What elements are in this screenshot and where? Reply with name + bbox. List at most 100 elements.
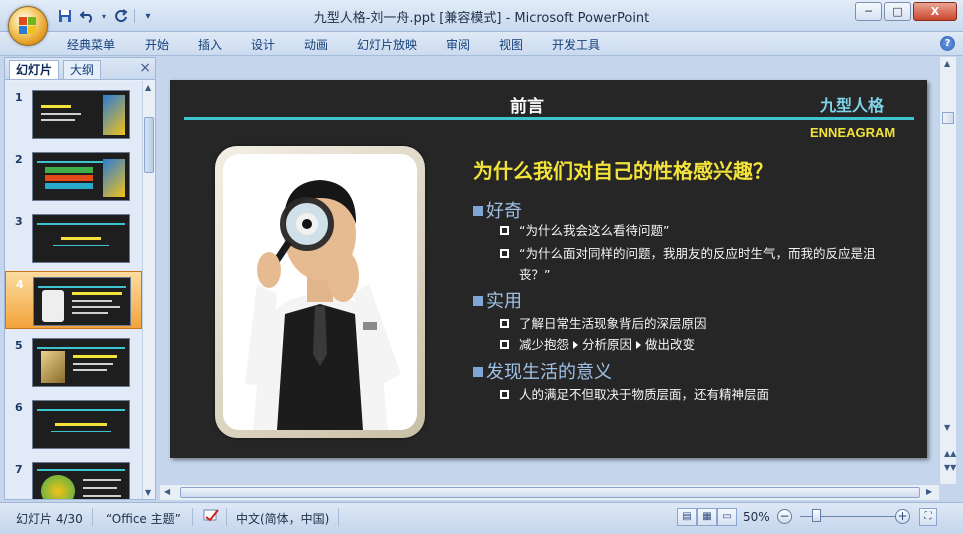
thumbnail-number: 5 xyxy=(15,339,23,352)
office-logo-icon xyxy=(19,17,37,35)
scroll-down-icon[interactable]: ▼ xyxy=(145,488,151,497)
thumbnail-preview xyxy=(33,277,131,326)
tab-developer[interactable]: 开发工具 xyxy=(552,36,600,53)
bullet-item: 了解日常生活现象背后的深层原因 xyxy=(500,313,900,334)
status-separator xyxy=(226,508,227,526)
scrollbar-thumb[interactable] xyxy=(180,487,920,498)
status-bar: 幻灯片 4/30 “Office 主题” 中文(简体，中国) ▤ ▦ ▭ 50%… xyxy=(0,502,963,534)
slide-sorter-button[interactable]: ▦ xyxy=(697,508,717,526)
title-divider xyxy=(184,117,914,120)
theme-name[interactable]: “Office 主题” xyxy=(106,510,181,527)
thumbnail-number: 6 xyxy=(15,401,23,414)
thumbnail-number: 7 xyxy=(15,463,23,476)
slide-thumbnail-7[interactable]: 7 xyxy=(5,457,142,499)
slide-editor: 前言 九型人格 ENNEAGRAM 为什么我们对自己的性格感兴趣？ 好奇 “为什… xyxy=(160,57,939,484)
bullet-item: 人的满足不但取决于物质层面，还有精神层面 xyxy=(500,384,900,405)
panel-tabs: 幻灯片 大纲 × xyxy=(5,58,155,80)
scroll-up-icon[interactable]: ▲ xyxy=(944,59,950,68)
tab-home[interactable]: 开始 xyxy=(145,36,169,53)
slide-vertical-scrollbar[interactable]: ▲ ▼ ▲▲ ▼▼ xyxy=(939,57,956,484)
slide-question: 为什么我们对自己的性格感兴趣？ xyxy=(473,159,773,183)
tab-classic-menu[interactable]: 经典菜单 xyxy=(67,36,115,53)
window-controls: ─ □ X xyxy=(855,2,957,21)
thumbnail-list: 1 2 3 4 5 6 7 xyxy=(5,81,142,499)
maximize-button[interactable]: □ xyxy=(884,2,911,21)
bullet-square-icon xyxy=(473,367,483,377)
minimize-button[interactable]: ─ xyxy=(855,2,882,21)
thumbnail-preview xyxy=(32,90,130,139)
close-button[interactable]: X xyxy=(913,2,957,21)
previous-slide-icon[interactable]: ▲▲ xyxy=(944,449,956,458)
bullet-item: 减少抱怨 分析原因 做出改变 xyxy=(500,334,900,355)
zoom-in-button[interactable]: + xyxy=(895,509,910,524)
scroll-left-icon[interactable]: ◀ xyxy=(164,487,170,496)
slide-thumbnail-5[interactable]: 5 xyxy=(5,333,142,391)
thumbnail-number: 4 xyxy=(16,278,24,291)
tab-slides[interactable]: 幻灯片 xyxy=(9,60,60,79)
scroll-up-icon[interactable]: ▲ xyxy=(145,83,151,92)
zoom-slider-handle[interactable] xyxy=(812,509,821,522)
section-heading: 发现生活的意义 xyxy=(473,358,612,384)
status-separator xyxy=(92,508,93,526)
zoom-out-button[interactable]: − xyxy=(777,509,792,524)
slide-position: 幻灯片 4/30 xyxy=(16,512,83,526)
office-button[interactable] xyxy=(8,6,48,46)
title-bar: ▾ ▾ 九型人格-刘一舟.ppt [兼容模式] - Microsoft Powe… xyxy=(0,0,963,46)
scrollbar-thumb[interactable] xyxy=(144,117,154,173)
bullet-item: “为什么面对同样的问题，我朋友的反应时生气，而我的反应是沮丧？” xyxy=(500,243,900,285)
slide-thumbnail-3[interactable]: 3 xyxy=(5,209,142,267)
language[interactable]: 中文(简体，中国) xyxy=(236,510,329,527)
tab-insert[interactable]: 插入 xyxy=(198,36,222,53)
scroll-down-icon[interactable]: ▼ xyxy=(944,423,950,432)
checkbox-bullet-icon xyxy=(500,249,509,258)
checkbox-bullet-icon xyxy=(500,319,509,328)
photo-frame xyxy=(215,146,425,438)
slide-brand: 九型人格 xyxy=(820,96,885,115)
arrow-right-icon xyxy=(636,341,642,349)
close-icon[interactable]: × xyxy=(139,60,151,76)
slides-panel: 幻灯片 大纲 × 1 2 3 4 5 6 7 ▲ ▼ xyxy=(4,57,156,500)
tab-view[interactable]: 视图 xyxy=(499,36,523,53)
slide-horizontal-scrollbar[interactable]: ◀ ▶ xyxy=(160,484,939,500)
slide-thumbnail-4[interactable]: 4 xyxy=(5,271,142,329)
current-slide[interactable]: 前言 九型人格 ENNEAGRAM 为什么我们对自己的性格感兴趣？ 好奇 “为什… xyxy=(170,80,927,458)
section-heading: 实用 xyxy=(473,287,522,313)
thumbnail-preview xyxy=(32,400,130,449)
thumbnail-preview xyxy=(32,462,130,499)
thumbnail-number: 2 xyxy=(15,153,23,166)
spellcheck-icon[interactable] xyxy=(203,508,221,527)
zoom-level[interactable]: 50% xyxy=(743,510,770,524)
slide-subtitle: ENNEAGRAM xyxy=(810,125,896,140)
help-icon[interactable]: ? xyxy=(940,36,955,51)
tab-slideshow[interactable]: 幻灯片放映 xyxy=(357,36,417,53)
slide-thumbnail-1[interactable]: 1 xyxy=(5,85,142,143)
thumbnail-scrollbar[interactable]: ▲ ▼ xyxy=(142,81,155,499)
scrollbar-thumb[interactable] xyxy=(942,112,954,124)
ribbon-tabs: 经典菜单 开始 插入 设计 动画 幻灯片放映 审阅 视图 开发工具 ? xyxy=(0,32,963,56)
thumbnail-preview xyxy=(32,214,130,263)
bullet-square-icon xyxy=(473,296,483,306)
tab-animation[interactable]: 动画 xyxy=(304,36,328,53)
status-separator xyxy=(338,508,339,526)
thumbnail-number: 3 xyxy=(15,215,23,228)
scroll-right-icon[interactable]: ▶ xyxy=(926,487,932,496)
tab-outline[interactable]: 大纲 xyxy=(63,60,102,79)
normal-view-button[interactable]: ▤ xyxy=(677,508,697,526)
next-slide-icon[interactable]: ▼▼ xyxy=(944,463,956,472)
thumbnail-preview xyxy=(32,338,130,387)
thumbnail-preview xyxy=(32,152,130,201)
checkbox-bullet-icon xyxy=(500,226,509,235)
tab-review[interactable]: 审阅 xyxy=(446,36,470,53)
man-with-magnifier-image xyxy=(223,154,417,430)
fit-to-window-button[interactable]: ⛶ xyxy=(919,508,937,526)
slide-thumbnail-2[interactable]: 2 xyxy=(5,147,142,205)
bullet-square-icon xyxy=(473,206,483,216)
checkbox-bullet-icon xyxy=(500,390,509,399)
slide-thumbnail-6[interactable]: 6 xyxy=(5,395,142,453)
thumbnail-number: 1 xyxy=(15,91,23,104)
tab-design[interactable]: 设计 xyxy=(251,36,275,53)
window-title: 九型人格-刘一舟.ppt [兼容模式] - Microsoft PowerPoi… xyxy=(313,11,650,26)
arrow-right-icon xyxy=(573,341,579,349)
slideshow-view-button[interactable]: ▭ xyxy=(717,508,737,526)
slide-title: 前言 xyxy=(510,97,544,117)
